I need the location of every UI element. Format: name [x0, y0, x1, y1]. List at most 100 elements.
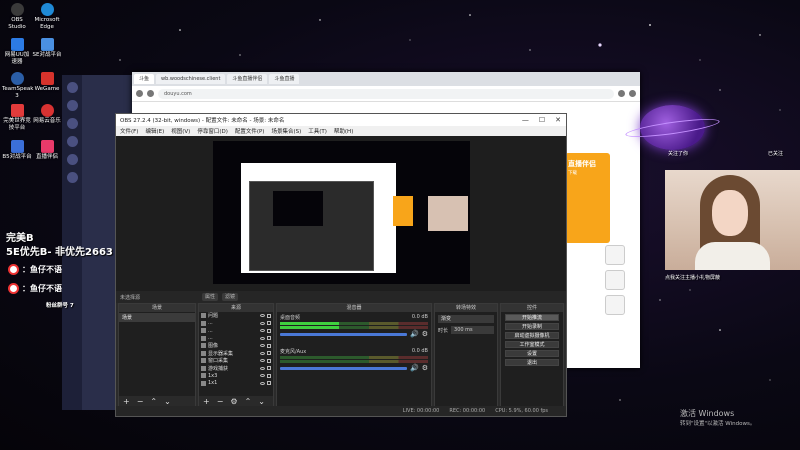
browser-tab[interactable]: wb.woodschinese.client — [156, 74, 226, 84]
game-nav-icon[interactable] — [66, 154, 78, 165]
settings-button[interactable]: 设置 — [505, 349, 559, 357]
speaker-icon[interactable]: 🔊 — [410, 330, 419, 338]
netease-music-desktop-icon[interactable]: 网易云音乐 — [32, 104, 62, 125]
source-item[interactable]: 窗口采集 — [199, 357, 273, 365]
properties-button[interactable]: 属性 — [202, 293, 219, 301]
source-item[interactable]: 显示器采集 — [199, 350, 273, 358]
studio-mode-button[interactable]: 工作室模式 — [505, 340, 559, 348]
virtual-camera-button[interactable]: 启动虚拟摄像机 — [505, 331, 559, 339]
scene-item[interactable]: 场景 — [119, 313, 195, 322]
add-icon[interactable]: + — [203, 397, 210, 406]
menu-docks[interactable]: 停靠窗口(D) — [197, 127, 228, 135]
game-nav-icon[interactable] — [66, 136, 78, 147]
side-headset-button[interactable] — [605, 295, 625, 315]
menu-file[interactable]: 文件(F) — [120, 127, 138, 135]
gear-icon[interactable]: ⚙ — [230, 397, 237, 406]
game-nav-icon[interactable] — [66, 100, 78, 111]
minimize-icon[interactable]: — — [522, 116, 529, 124]
move-down-icon[interactable]: ⌄ — [164, 397, 171, 406]
transition-select[interactable]: 渐变 — [438, 315, 494, 323]
remove-icon[interactable]: − — [217, 397, 224, 406]
menu-profile[interactable]: 配置文件(P) — [235, 127, 265, 135]
obs-window: OBS 27.2.4 (32-bit, windows) - 配置文件: 未命名… — [115, 113, 567, 417]
browser-tab[interactable]: 斗鱼 — [134, 74, 155, 84]
volume-slider[interactable] — [280, 366, 407, 370]
uu-icon — [10, 38, 24, 51]
se-desktop-icon[interactable]: SE对战平台 — [32, 38, 62, 59]
eye-icon — [260, 336, 265, 340]
source-item[interactable]: 1x3 — [199, 372, 273, 380]
back-icon[interactable] — [136, 90, 143, 97]
gear-icon[interactable]: ⚙ — [422, 364, 428, 372]
obs-desktop-icon[interactable]: OBS Studio — [2, 3, 32, 30]
side-gift-button[interactable] — [605, 270, 625, 290]
lock-icon — [267, 358, 271, 363]
source-item[interactable]: 1x1 — [199, 380, 273, 388]
profile-icon[interactable] — [618, 90, 625, 97]
edge-desktop-icon[interactable]: Microsoft Edge — [32, 3, 62, 30]
source-item[interactable]: ... — [199, 335, 273, 343]
close-icon[interactable]: ✕ — [555, 116, 561, 124]
speaker-icon[interactable]: 🔊 — [410, 364, 419, 372]
rec-timer: REC: 00:00:00 — [449, 408, 486, 414]
teamspeak-desktop-icon[interactable]: TeamSpeak 3 — [2, 72, 33, 99]
source-item[interactable]: ... — [199, 320, 273, 328]
source-item[interactable]: ... — [199, 327, 273, 335]
volume-meter — [280, 360, 428, 363]
duration-input[interactable]: 300 ms — [451, 326, 494, 334]
text-icon — [201, 320, 206, 326]
eye-icon — [260, 374, 265, 378]
refresh-icon[interactable] — [147, 90, 154, 97]
start-streaming-button[interactable]: 开始推流 — [505, 313, 559, 321]
perfect-desktop-icon[interactable]: 完美世界竞技平台 — [2, 104, 32, 131]
livecompanion-desktop-icon[interactable]: 直播伴侣 — [32, 140, 62, 161]
controls-dock: 控件 开始推流 开始录制 启动虚拟摄像机 工作室模式 设置 退出 — [500, 303, 564, 408]
menu-tools[interactable]: 工具(T) — [308, 127, 327, 135]
follow-notice: 关注了你 — [668, 151, 689, 157]
add-icon[interactable]: + — [123, 397, 130, 406]
move-down-icon[interactable]: ⌄ — [258, 397, 265, 406]
side-home-button[interactable] — [605, 245, 625, 265]
browser-tab[interactable]: 斗鱼直播 — [269, 74, 300, 84]
lock-icon — [267, 351, 271, 356]
game-nav-icon[interactable] — [66, 82, 78, 93]
live-timer: LIVE: 00:00:00 — [402, 408, 440, 414]
obs-title: OBS 27.2.4 (32-bit, windows) - 配置文件: 未命名… — [120, 118, 285, 124]
obs-menubar: 文件(F) 编辑(E) 视图(V) 停靠窗口(D) 配置文件(P) 场景集合(S… — [116, 126, 566, 136]
wegame-icon — [40, 72, 54, 85]
lock-icon — [267, 373, 271, 378]
preview-area — [116, 136, 566, 291]
browser-tab[interactable]: 斗鱼直播伴侣 — [227, 74, 268, 84]
source-item[interactable]: 图像 — [199, 342, 273, 350]
remove-icon[interactable]: − — [137, 397, 144, 406]
eye-icon — [260, 381, 265, 385]
uu-desktop-icon[interactable]: 网易UU加速器 — [2, 38, 32, 65]
move-up-icon[interactable]: ⌃ — [245, 397, 252, 406]
game-nav-icon[interactable] — [66, 172, 78, 183]
live-companion-card[interactable]: 直播伴侣 下载 — [565, 153, 610, 243]
monitor-icon — [201, 350, 206, 356]
lock-icon — [267, 321, 271, 326]
move-up-icon[interactable]: ⌃ — [150, 397, 157, 406]
b5-desktop-icon[interactable]: B5对战平台 — [2, 140, 32, 161]
program-preview[interactable] — [213, 141, 470, 284]
source-item[interactable]: 游戏捕获 — [199, 365, 273, 373]
lock-icon — [267, 336, 271, 341]
menu-view[interactable]: 视图(V) — [171, 127, 190, 135]
address-bar[interactable]: douyu.com — [158, 88, 614, 99]
gamepad-icon — [201, 365, 206, 371]
gear-icon[interactable]: ⚙ — [422, 330, 428, 338]
menu-scene-collection[interactable]: 场景集合(S) — [271, 127, 301, 135]
filters-button[interactable]: 滤镜 — [222, 293, 239, 301]
volume-slider[interactable] — [280, 332, 407, 336]
menu-help[interactable]: 帮助(H) — [334, 127, 353, 135]
menu-edit[interactable]: 编辑(E) — [145, 127, 164, 135]
start-recording-button[interactable]: 开始录制 — [505, 322, 559, 330]
maximize-icon[interactable]: ☐ — [539, 116, 545, 124]
exit-button[interactable]: 退出 — [505, 358, 559, 366]
followed-label: 已关注 — [768, 151, 784, 157]
menu-icon[interactable] — [629, 90, 636, 97]
wegame-desktop-icon[interactable]: WeGame — [32, 72, 62, 93]
game-nav-icon[interactable] — [66, 118, 78, 129]
source-item[interactable]: 问题 — [199, 312, 273, 320]
